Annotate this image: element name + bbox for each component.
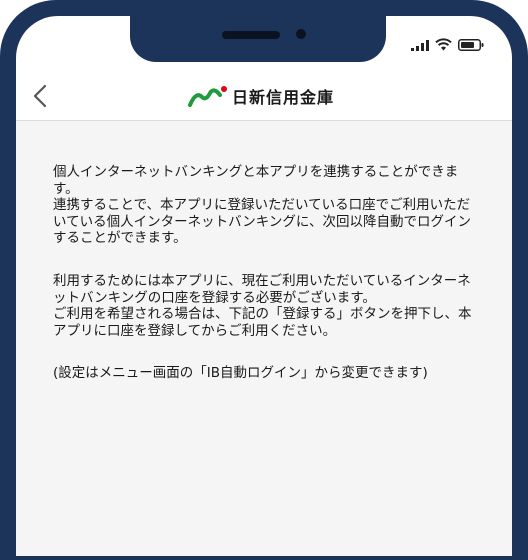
phone-screen: 日新信用金庫 個人インターネットバンキングと本アプリを連携することができます。 … <box>16 16 512 556</box>
registration-paragraph: 利用するためには本アプリに、現在ご利用いただいているインターネットバンキングの口… <box>53 273 472 339</box>
speaker-grille <box>222 31 280 39</box>
status-bar-icons <box>411 38 484 51</box>
wifi-icon <box>435 38 452 51</box>
main-content: 個人インターネットバンキングと本アプリを連携することができます。 連携することで… <box>16 121 512 556</box>
back-button[interactable] <box>22 78 58 114</box>
cellular-signal-icon <box>411 40 429 51</box>
intro-paragraph: 個人インターネットバンキングと本アプリを連携することができます。 連携することで… <box>53 164 471 246</box>
phone-notch <box>130 16 386 62</box>
app-header: 日新信用金庫 <box>16 72 512 121</box>
front-camera <box>296 29 306 39</box>
chevron-left-icon <box>33 84 47 108</box>
battery-icon <box>458 39 484 51</box>
phone-frame: 日新信用金庫 個人インターネットバンキングと本アプリを連携することができます。 … <box>0 0 528 560</box>
bank-logo: 日新信用金庫 <box>188 84 334 108</box>
settings-note: (設定はメニュー画面の「IB自動ログイン」から変更できます) <box>53 365 428 381</box>
shinkin-logo-icon <box>188 86 227 107</box>
bank-name: 日新信用金庫 <box>232 88 335 107</box>
